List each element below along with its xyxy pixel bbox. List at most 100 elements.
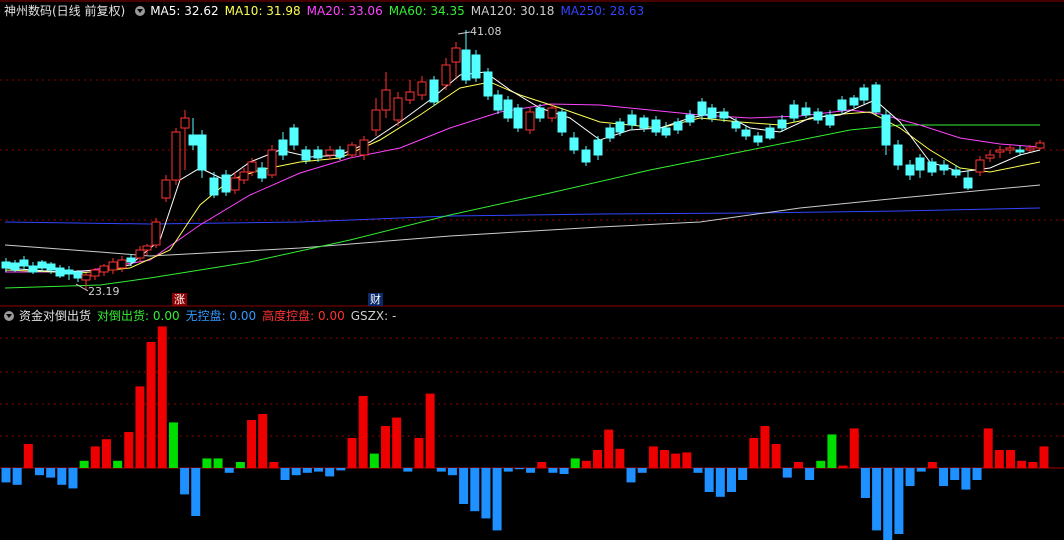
candle-body-21 [188, 134, 198, 146]
histogram-bar-21 [235, 462, 245, 468]
histogram-bar-52 [581, 460, 591, 468]
histogram-bar-15 [168, 422, 178, 468]
histogram-bar-28 [314, 468, 324, 472]
histogram-bar-24 [269, 462, 279, 468]
histogram-bar-34 [380, 426, 390, 468]
candle-body-16 [142, 245, 152, 251]
sub-indicator-menu-icon[interactable] [4, 311, 14, 321]
limit-up-marker[interactable]: 涨 [172, 293, 187, 306]
ma250-label: MA250: 28.63 [560, 4, 645, 18]
candle-body-7 [64, 269, 74, 275]
histogram-bar-12 [135, 386, 145, 468]
candle-body-6 [55, 267, 65, 277]
candle-body-69 [719, 111, 729, 119]
main-panel-header: 神州数码(日线 前复权) MA5: 32.62 MA10: 31.98 MA20… [0, 2, 650, 20]
histogram-bar-64 [715, 468, 725, 497]
candle-body-90 [963, 177, 973, 189]
histogram-bar-75 [838, 465, 848, 468]
candle-body-96 [1025, 147, 1035, 151]
candle-body-28 [257, 167, 267, 179]
candle-body-4 [37, 261, 47, 269]
candle-body-8 [73, 271, 83, 279]
histogram-bar-77 [860, 468, 870, 498]
candle-body-37 [359, 139, 369, 156]
histogram-bar-10 [113, 460, 123, 468]
histogram-bar-87 [972, 468, 982, 480]
candle-body-92 [985, 154, 995, 159]
candle-body-52 [525, 111, 535, 131]
stock-name: 神州数码(日线 前复权) [4, 4, 126, 18]
histogram-bar-51 [570, 458, 580, 468]
candle-body-46 [461, 49, 471, 81]
candle-body-54 [547, 107, 557, 119]
histogram-bar-62 [693, 468, 703, 473]
candle-body-34 [325, 149, 335, 156]
candle-body-18 [161, 179, 171, 199]
histogram-bar-56 [626, 468, 636, 483]
candle-body-45 [451, 47, 461, 63]
candle-body-0 [1, 261, 11, 269]
chart-canvas [0, 0, 1064, 540]
histogram-bar-35 [392, 417, 402, 468]
candle-body-60 [615, 121, 625, 133]
candle-body-75 [789, 104, 799, 119]
candle-body-59 [605, 127, 615, 139]
histogram-bar-26 [291, 468, 301, 476]
candle-body-3 [28, 265, 38, 273]
candle-body-62 [639, 117, 649, 129]
candle-body-14 [126, 257, 136, 263]
histogram-bar-57 [637, 468, 647, 473]
candle-body-70 [731, 121, 741, 129]
candle-body-32 [301, 149, 311, 161]
candle-body-13 [117, 259, 127, 269]
candle-body-35 [335, 149, 345, 158]
candle-body-42 [417, 81, 427, 96]
histogram-bar-71 [793, 462, 803, 468]
histogram-bar-68 [760, 426, 770, 468]
finance-marker[interactable]: 财 [368, 293, 383, 306]
histogram-bar-61 [682, 452, 692, 468]
histogram-bar-36 [403, 468, 413, 472]
candle-body-30 [278, 139, 288, 156]
histogram-bar-74 [827, 434, 837, 468]
histogram-bar-76 [849, 428, 859, 468]
candle-body-80 [849, 97, 859, 106]
histogram-bar-79 [883, 468, 893, 540]
candle-body-57 [581, 149, 591, 163]
candle-body-76 [801, 107, 811, 116]
candle-body-61 [627, 114, 637, 126]
histogram-bar-38 [425, 393, 435, 468]
histogram-bar-93 [1039, 446, 1049, 468]
histogram-bar-86 [961, 468, 971, 490]
histogram-bar-45 [503, 468, 513, 472]
candle-body-68 [707, 107, 717, 119]
histogram-bar-91 [1017, 460, 1027, 468]
candle-body-47 [471, 54, 481, 79]
histogram-bar-88 [983, 428, 993, 468]
candle-body-87 [927, 161, 937, 173]
histogram-bar-31 [347, 438, 357, 468]
candle-body-83 [881, 114, 891, 146]
histogram-bar-89 [994, 450, 1004, 468]
histogram-bar-41 [459, 468, 469, 504]
histogram-bar-80 [894, 468, 904, 534]
candle-body-53 [535, 107, 545, 119]
histogram-bar-8 [90, 446, 100, 468]
histogram-bar-0 [1, 468, 11, 483]
histogram-bar-44 [492, 468, 502, 531]
indicator-menu-icon[interactable] [135, 6, 146, 16]
ma10-label: MA10: 31.98 [224, 4, 301, 18]
candle-body-78 [825, 114, 835, 126]
histogram-bar-33 [369, 453, 379, 468]
histogram-bar-3 [34, 468, 44, 476]
histogram-bar-92 [1028, 462, 1038, 468]
ma5-label: MA5: 32.62 [150, 4, 219, 18]
histogram-bar-90 [1006, 450, 1016, 468]
candle-body-72 [753, 135, 763, 143]
histogram-bar-18 [202, 458, 212, 468]
candle-body-2 [19, 259, 29, 267]
ma120-label: MA120: 30.18 [470, 4, 555, 18]
histogram-bar-70 [782, 468, 792, 478]
sub-panel-header: 资金对倒出货 对倒出货: 0.00 无控盘: 0.00 高度控盘: 0.00 G… [0, 307, 402, 325]
candle-body-5 [46, 263, 56, 271]
